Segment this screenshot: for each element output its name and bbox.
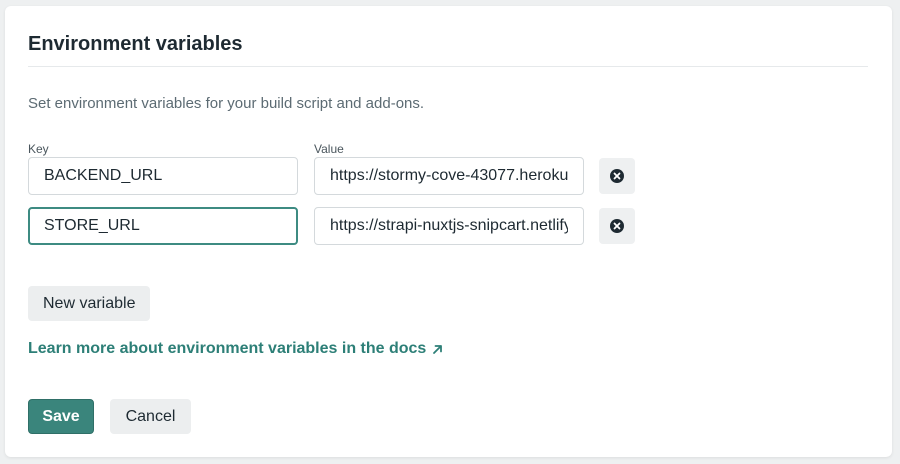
variable-key-input[interactable] [28,157,298,195]
docs-link-label: Learn more about environment variables i… [28,340,427,357]
value-column-label: Value [314,142,344,156]
variable-key-input[interactable] [28,207,298,245]
new-variable-button[interactable]: New variable [28,286,151,321]
remove-variable-button[interactable] [599,158,635,194]
section-description: Set environment variables for your build… [28,95,425,112]
variable-value-input[interactable] [314,207,584,245]
docs-link[interactable]: Learn more about environment variables i… [28,340,443,358]
variable-value-input[interactable] [314,157,584,195]
close-circle-icon [610,169,624,183]
cancel-button[interactable]: Cancel [110,399,191,434]
close-circle-icon [610,219,624,233]
section-title: Environment variables [28,33,243,55]
remove-variable-button[interactable] [599,208,635,244]
key-column-label: Key [28,142,49,156]
arrow-up-right-icon [433,344,443,354]
divider [28,66,868,67]
env-variables-card: Environment variables Set environment va… [5,6,892,457]
save-button[interactable]: Save [28,399,94,434]
